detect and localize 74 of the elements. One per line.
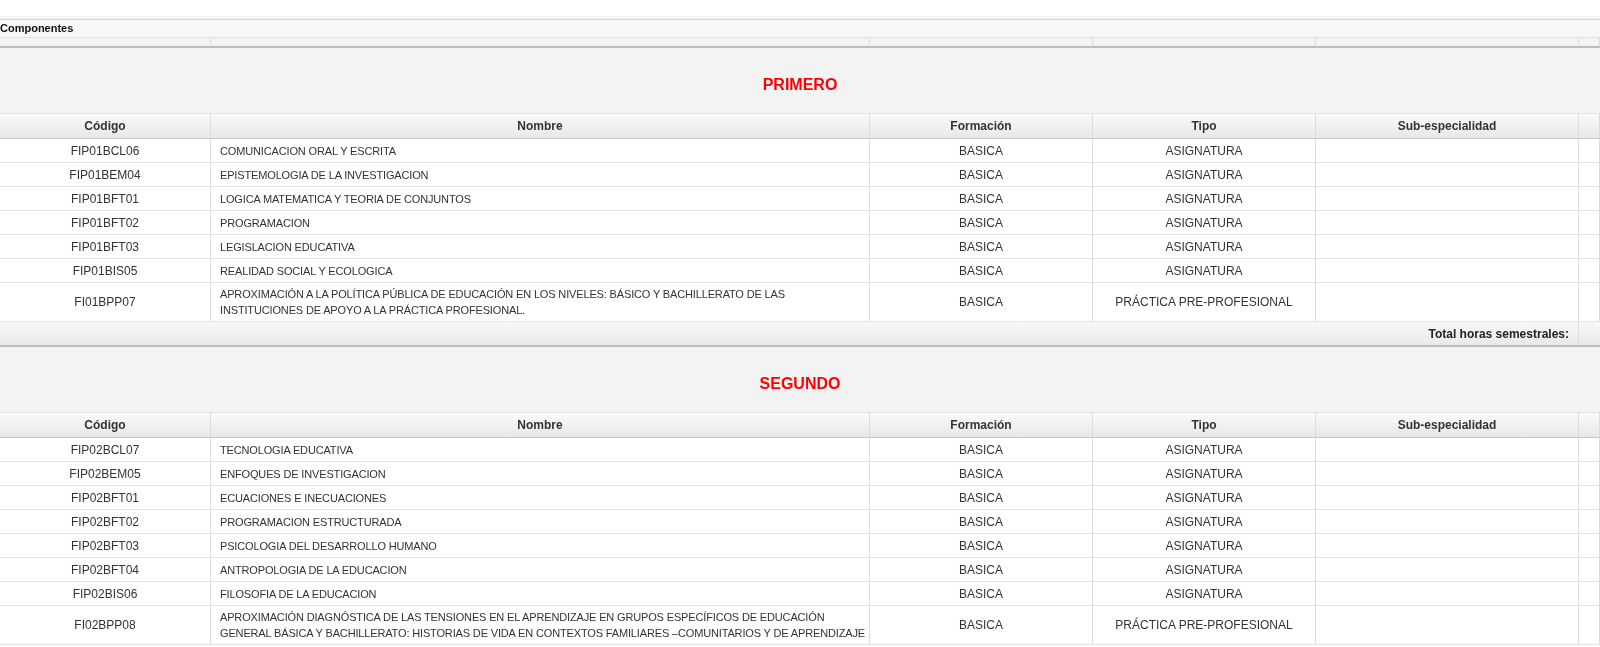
column-header[interactable]: Nombre [211, 412, 870, 438]
table-cell: ECUACIONES E INECUACIONES [211, 486, 870, 510]
table-cell: ASIGNATURA [1093, 235, 1316, 259]
table-cell: ANTROPOLOGIA DE LA EDUCACION [211, 558, 870, 582]
column-header[interactable]: Código [0, 113, 211, 139]
table-cell: FIP02BEM05 [0, 462, 211, 486]
table-cell: ASIGNATURA [1093, 259, 1316, 283]
table-cell: BASICA [870, 259, 1093, 283]
table-cell: APROXIMACIÓN A LA POLÍTICA PÚBLICA DE EDUCACIÓN EN LOS NIVELES: BÁSICO Y BACHILLERATO DE LAS INSTITUCIONES DE APOYO A LA PRÁCTICA PROFESIONAL. [211, 283, 870, 322]
column-header[interactable]: Nombre [211, 113, 870, 139]
table-cell: FIP02BFT03 [0, 534, 211, 558]
table-cell: ENFOQUES DE INVESTIGACION [211, 462, 870, 486]
table-cell: APROXIMACIÓN DIAGNÓSTICA DE LAS TENSIONES EN EL APRENDIZAJE EN GRUPOS ESPECÍFICOS DE EDUCACIÓN GENERAL BÁSICA Y BACHILLERATO: HISTORIAS DE VIDA EN CONTEXTOS FAMILIARES –COMUNITARIOS Y DE APRENDIZAJE [211, 606, 870, 645]
table-cell: LEGISLACION EDUCATIVA [211, 235, 870, 259]
table-cell: PRÁCTICA PRE-PROFESIONAL [1093, 283, 1316, 322]
table-cell: ASIGNATURA [1093, 187, 1316, 211]
table-cell: BASICA [870, 462, 1093, 486]
table-cell: FIP02BIS06 [0, 582, 211, 606]
table-cell: BASICA [870, 582, 1093, 606]
section-title: PRIMERO [762, 75, 838, 94]
table-cell: FIP01BCL06 [0, 139, 211, 163]
table-cell: BASICA [870, 187, 1093, 211]
table-cell: BASICA [870, 534, 1093, 558]
table-cell: BASICA [870, 438, 1093, 462]
table-cell: BASICA [870, 510, 1093, 534]
table-cell: ASIGNATURA [1093, 163, 1316, 187]
table-cell: ASIGNATURA [1093, 438, 1316, 462]
table-cell: PROGRAMACION [211, 211, 870, 235]
table-cell: FI01BPP07 [0, 283, 211, 322]
table-cell: BASICA [870, 486, 1093, 510]
table-cell: PSICOLOGIA DEL DESARROLLO HUMANO [211, 534, 870, 558]
table-cell: FIP01BEM04 [0, 163, 211, 187]
table-cell: ASIGNATURA [1093, 462, 1316, 486]
table-cell: ASIGNATURA [1093, 582, 1316, 606]
table-cell: FIP01BFT03 [0, 235, 211, 259]
table-cell: FI02BPP08 [0, 606, 211, 645]
table-cell: ASIGNATURA [1093, 510, 1316, 534]
table-cell: REALIDAD SOCIAL Y ECOLOGICA [211, 259, 870, 283]
table-cell: FILOSOFIA DE LA EDUCACION [211, 582, 870, 606]
table-cell: ASIGNATURA [1093, 486, 1316, 510]
table-cell: TECNOLOGIA EDUCATIVA [211, 438, 870, 462]
section-title: SEGUNDO [759, 374, 841, 393]
table-cell: EPISTEMOLOGIA DE LA INVESTIGACION [211, 163, 870, 187]
table-cell: FIP01BFT02 [0, 211, 211, 235]
column-header[interactable]: Formación [870, 113, 1093, 139]
table-cell: BASICA [870, 283, 1093, 322]
column-header[interactable]: Código [0, 412, 211, 438]
column-header[interactable]: Sub-especialidad [1316, 412, 1579, 438]
table-cell: BASICA [870, 235, 1093, 259]
table-cell: BASICA [870, 139, 1093, 163]
table-cell: FIP01BIS05 [0, 259, 211, 283]
panel-title: Componentes [0, 20, 1600, 38]
table-cell: ASIGNATURA [1093, 211, 1316, 235]
table-cell: BASICA [870, 606, 1093, 645]
table-cell: PRÁCTICA PRE-PROFESIONAL [1093, 606, 1316, 645]
column-header[interactable]: Sub-especialidad [1316, 113, 1579, 139]
column-header[interactable]: Formación [870, 412, 1093, 438]
column-header[interactable]: Tipo [1093, 113, 1316, 139]
table-cell: ASIGNATURA [1093, 558, 1316, 582]
table-cell: FIP02BFT01 [0, 486, 211, 510]
table-cell: BASICA [870, 211, 1093, 235]
table-cell: COMUNICACION ORAL Y ESCRITA [211, 139, 870, 163]
table-cell: PROGRAMACION ESTRUCTURADA [211, 510, 870, 534]
column-header[interactable]: Tipo [1093, 412, 1316, 438]
table-cell: LOGICA MATEMATICA Y TEORIA DE CONJUNTOS [211, 187, 870, 211]
table-cell: FIP01BFT01 [0, 187, 211, 211]
total-label: Total horas semestrales: [1428, 326, 1569, 341]
table-cell: FIP02BFT02 [0, 510, 211, 534]
table-cell: ASIGNATURA [1093, 139, 1316, 163]
table-cell: BASICA [870, 558, 1093, 582]
table-cell: FIP02BFT04 [0, 558, 211, 582]
table-cell: FIP02BCL07 [0, 438, 211, 462]
table-cell: ASIGNATURA [1093, 534, 1316, 558]
table-cell: BASICA [870, 163, 1093, 187]
